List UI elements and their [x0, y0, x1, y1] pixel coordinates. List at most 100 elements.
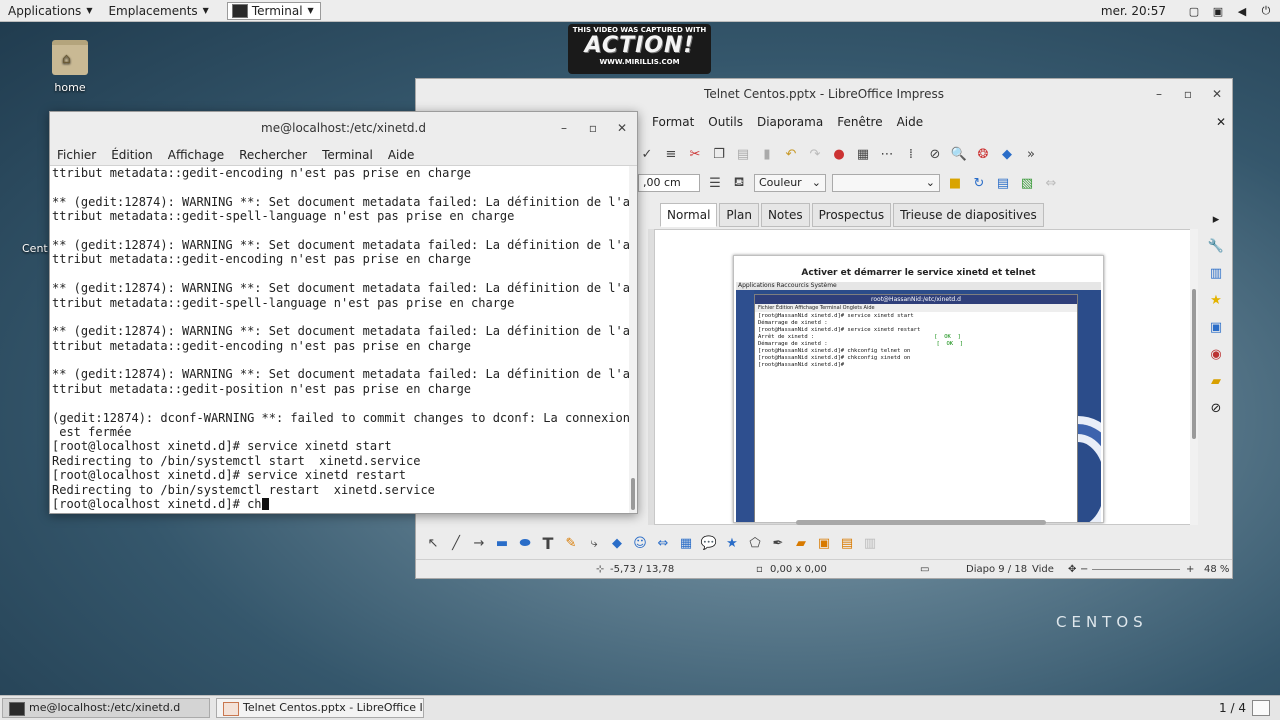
places-menu[interactable]: Emplacements ▼ [100, 0, 216, 22]
flowchart-icon[interactable]: ▦ [677, 534, 695, 552]
copy-icon[interactable]: ❐ [710, 145, 728, 163]
lock-icon[interactable]: ▣ [1212, 5, 1224, 18]
fit-slide-icon[interactable]: ✥ [1068, 564, 1076, 575]
zoom-slider[interactable] [1092, 569, 1180, 570]
vertical-scrollbar[interactable] [1190, 229, 1198, 525]
clone-format-icon[interactable]: ▮ [758, 145, 776, 163]
fill-bucket-icon[interactable]: ⛾ [730, 174, 748, 192]
no-entry-icon[interactable]: ⊘ [926, 145, 944, 163]
select-arrow-icon[interactable]: ↖ [424, 534, 442, 552]
menu-fenetre[interactable]: Fenêtre [837, 115, 882, 129]
undo-icon[interactable]: ↶ [782, 145, 800, 163]
minimize-button[interactable]: – [1156, 79, 1162, 109]
terminal-scrollbar[interactable] [629, 166, 637, 513]
redo-icon[interactable]: ↷ [806, 145, 824, 163]
volume-icon[interactable]: ◀ [1236, 5, 1248, 18]
gallery-icon[interactable]: ▰ [1206, 371, 1226, 391]
menu-icon[interactable]: ▸ [1206, 209, 1226, 229]
fontwork-icon[interactable]: ▰ [792, 534, 810, 552]
fill-style-select[interactable]: Couleur ⌄ [754, 174, 826, 192]
ellipse-icon[interactable]: ⬬ [516, 534, 534, 552]
spellcheck-icon[interactable]: ✓ [638, 145, 656, 163]
terminal-input[interactable]: ch [247, 497, 261, 511]
zoom-out-icon[interactable]: − [1080, 564, 1088, 575]
menu-terminal[interactable]: Terminal [322, 148, 373, 162]
cut-icon[interactable]: ✂ [686, 145, 704, 163]
taskbar-item-impress[interactable]: Telnet Centos.pptx - LibreOffice I... [216, 698, 424, 718]
taskbar-item-terminal[interactable]: me@localhost:/etc/xinetd.d [2, 698, 210, 718]
menu-edition[interactable]: Édition [111, 148, 153, 162]
applications-menu[interactable]: Applications ▼ [0, 0, 100, 22]
arrange-icon[interactable]: ▧ [1018, 174, 1036, 192]
connector-icon[interactable]: ⤷ [585, 534, 603, 552]
glue-icon[interactable]: ✒ [769, 534, 787, 552]
animation-icon[interactable]: ★ [1206, 290, 1226, 310]
menu-affichage[interactable]: Affichage [168, 148, 224, 162]
terminal-output[interactable]: ttribut metadata::gedit-encoding n'est p… [50, 166, 630, 513]
close-button[interactable]: ✕ [617, 112, 627, 144]
maximize-button[interactable]: ▫ [1184, 79, 1192, 109]
tab-plan[interactable]: Plan [719, 203, 759, 227]
rectangle-icon[interactable]: ▬ [493, 534, 511, 552]
table-icon[interactable]: ▦ [854, 145, 872, 163]
extrusion-icon[interactable]: ▥ [861, 534, 879, 552]
display-icon[interactable]: ▢ [1188, 5, 1200, 18]
minimize-button[interactable]: – [561, 112, 567, 144]
clock[interactable]: mer. 20:57 [1101, 4, 1166, 18]
grid-icon[interactable]: ⁞ [902, 145, 920, 163]
more-icon[interactable]: » [1022, 145, 1040, 163]
menu-diaporama[interactable]: Diaporama [757, 115, 823, 129]
workspace-switcher[interactable] [1252, 700, 1270, 716]
close-document-icon[interactable]: ✕ [1216, 115, 1226, 129]
basic-shapes-icon[interactable]: ◆ [608, 534, 626, 552]
stars-icon[interactable]: ★ [723, 534, 741, 552]
callout-icon[interactable]: 💬 [700, 534, 718, 552]
block-arrows-icon[interactable]: ⇔ [654, 534, 672, 552]
tab-slide-sorter[interactable]: Trieuse de diapositives [893, 203, 1044, 227]
workspace-indicator[interactable]: 1 / 4 [1219, 701, 1246, 715]
desktop-home-icon[interactable]: ⌂ home [46, 40, 94, 94]
line-width-field[interactable]: ,00 cm [638, 174, 700, 192]
menu-fichier[interactable]: Fichier [57, 148, 96, 162]
tab-prospectus[interactable]: Prospectus [811, 203, 892, 227]
navigator-icon[interactable]: ⊘ [1206, 398, 1226, 418]
menu-format[interactable]: Format [652, 115, 694, 129]
properties-icon[interactable]: 🔧 [1206, 236, 1226, 256]
tab-normal[interactable]: Normal [660, 203, 718, 227]
close-button[interactable]: ✕ [1212, 79, 1222, 109]
auto-spellcheck-icon[interactable]: ≡ [662, 145, 680, 163]
menu-outils[interactable]: Outils [708, 115, 743, 129]
horizontal-scrollbar[interactable] [796, 520, 1046, 525]
menu-aide[interactable]: Aide [388, 148, 415, 162]
select-icon[interactable]: ⇔ [1042, 174, 1060, 192]
menu-rechercher[interactable]: Rechercher [239, 148, 307, 162]
insert-image-icon[interactable]: ▣ [815, 534, 833, 552]
menu-aide[interactable]: Aide [897, 115, 924, 129]
symbol-shapes-icon[interactable]: ☺ [631, 534, 649, 552]
line-style-icon[interactable]: ☰ [706, 174, 724, 192]
transition-icon[interactable]: ▣ [1206, 317, 1226, 337]
insert-movie-icon[interactable]: ▤ [838, 534, 856, 552]
text-icon[interactable]: T [539, 534, 557, 553]
help-icon[interactable]: ❂ [974, 145, 992, 163]
zoom-level[interactable]: 48 % [1204, 564, 1229, 575]
points-icon[interactable]: ⬠ [746, 534, 764, 552]
zoom-in-icon[interactable]: + [1186, 564, 1194, 575]
terminal-prompt-line[interactable]: [root@localhost xinetd.d]# ch [52, 497, 630, 511]
rotate-icon[interactable]: ↻ [970, 174, 988, 192]
zoom-icon[interactable]: 🔍 [950, 145, 968, 163]
extension-icon[interactable]: ◆ [998, 145, 1016, 163]
tab-notes[interactable]: Notes [760, 203, 810, 227]
fill-color-select[interactable]: ⌄ [832, 174, 940, 192]
slide-canvas[interactable]: Activer et démarrer le service xinetd et… [654, 229, 1198, 525]
maximize-button[interactable]: ▫ [589, 112, 597, 144]
terminal-app-menu[interactable]: Terminal ▼ [226, 1, 321, 20]
align-icon[interactable]: ▤ [994, 174, 1012, 192]
arrow-line-icon[interactable]: → [470, 534, 488, 552]
line-icon[interactable]: ╱ [447, 534, 465, 552]
layouts-icon[interactable]: ▥ [1206, 263, 1226, 283]
chart-icon[interactable]: ● [830, 145, 848, 163]
shadow-icon[interactable]: ■ [946, 174, 964, 192]
pen-icon[interactable]: ✎ [562, 534, 580, 552]
power-icon[interactable]: ⏻ [1260, 4, 1272, 17]
